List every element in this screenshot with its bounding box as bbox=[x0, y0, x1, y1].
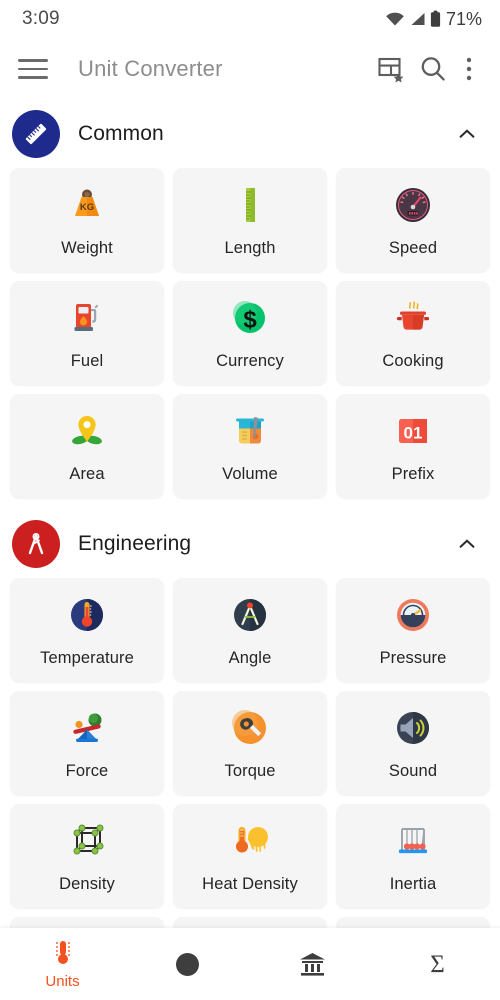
grid-engineering: Temperature Angle Pressure Force Torque … bbox=[0, 578, 500, 908]
card-cooking[interactable]: Cooking bbox=[336, 281, 490, 385]
page-title: Unit Converter bbox=[78, 56, 223, 81]
svg-text:01: 01 bbox=[404, 424, 423, 443]
card-label: Length bbox=[224, 239, 276, 257]
card-fuel[interactable]: Fuel bbox=[10, 281, 164, 385]
status-clock: 3:09 bbox=[22, 8, 60, 29]
search-icon[interactable] bbox=[412, 48, 454, 90]
card-label: Currency bbox=[216, 352, 284, 370]
app-bar: Unit Converter bbox=[0, 38, 500, 100]
card-sound[interactable]: Sound bbox=[336, 691, 490, 795]
speedometer-icon bbox=[391, 182, 435, 228]
ruler-green-icon bbox=[228, 182, 272, 228]
card-heat-density[interactable]: Heat Density bbox=[173, 804, 327, 908]
beaker-icon bbox=[228, 408, 272, 454]
heat-blob-icon bbox=[228, 818, 272, 864]
cube-lattice-icon bbox=[65, 818, 109, 864]
scroll-content[interactable]: Common KG Weight Length Speed Fuel $ Cur… bbox=[0, 100, 500, 928]
grid-common: KG Weight Length Speed Fuel $ Currency C… bbox=[0, 168, 500, 498]
card-temperature[interactable]: Temperature bbox=[10, 578, 164, 682]
balance-seesaw-icon bbox=[65, 705, 109, 751]
bottom-navigation: Units Σ bbox=[0, 928, 500, 1000]
card-label: Prefix bbox=[391, 465, 435, 483]
card-partial[interactable] bbox=[173, 917, 327, 928]
newtons-cradle-icon bbox=[391, 818, 435, 864]
card-prefix[interactable]: 01 Prefix bbox=[336, 394, 490, 498]
nav-item-bank[interactable] bbox=[250, 950, 375, 979]
sigma-icon: Σ bbox=[430, 951, 445, 978]
grid-next-row-partial bbox=[0, 917, 500, 928]
nav-item-sigma[interactable]: Σ bbox=[375, 950, 500, 979]
card-volume[interactable]: Volume bbox=[173, 394, 327, 498]
group-title-engineering: Engineering bbox=[78, 532, 192, 555]
card-partial[interactable] bbox=[336, 917, 490, 928]
compass-icon bbox=[176, 952, 199, 976]
card-pressure[interactable]: Pressure bbox=[336, 578, 490, 682]
card-label: Sound bbox=[388, 762, 438, 780]
card-label: Torque bbox=[224, 762, 276, 780]
compass-divider-icon bbox=[28, 533, 44, 555]
card-partial[interactable] bbox=[10, 917, 164, 928]
wrench-circle-icon bbox=[228, 705, 272, 751]
status-indicators: 71% bbox=[385, 9, 482, 30]
card-area[interactable]: Area bbox=[10, 394, 164, 498]
thermometer-units-icon bbox=[55, 941, 70, 964]
svg-text:KG: KG bbox=[80, 202, 94, 213]
group-header-engineering[interactable]: Engineering bbox=[0, 510, 500, 578]
wifi-icon bbox=[386, 12, 404, 26]
more-options-icon[interactable] bbox=[454, 48, 484, 90]
bank-icon bbox=[300, 952, 325, 976]
fuel-pump-icon bbox=[65, 295, 109, 341]
nav-label-units: Units bbox=[45, 973, 80, 990]
card-length[interactable]: Length bbox=[173, 168, 327, 272]
card-force[interactable]: Force bbox=[10, 691, 164, 795]
group-badge-engineering bbox=[12, 520, 60, 568]
thermometer-circle-icon bbox=[65, 592, 109, 638]
card-currency[interactable]: $ Currency bbox=[173, 281, 327, 385]
cooking-pot-icon bbox=[391, 295, 435, 341]
card-label: Heat Density bbox=[202, 875, 298, 893]
number-01-icon: 01 bbox=[391, 408, 435, 454]
card-label: Fuel bbox=[70, 352, 104, 370]
status-bar: 3:09 71% bbox=[0, 0, 500, 38]
card-label: Weight bbox=[61, 239, 113, 257]
card-label: Area bbox=[69, 465, 105, 483]
nav-item-compass[interactable] bbox=[125, 951, 250, 978]
weight-kg-icon: KG bbox=[65, 182, 109, 228]
card-weight[interactable]: KG Weight bbox=[10, 168, 164, 272]
group-title-common: Common bbox=[78, 122, 164, 145]
dollar-coin-icon: $ bbox=[228, 295, 272, 341]
nav-item-units[interactable]: Units bbox=[0, 938, 125, 990]
angle-compass-icon bbox=[228, 592, 272, 638]
chevron-up-icon-common[interactable] bbox=[456, 123, 478, 145]
group-badge-common bbox=[12, 110, 60, 158]
card-label: Density bbox=[59, 875, 115, 893]
speaker-icon bbox=[391, 705, 435, 751]
pressure-gauge-icon bbox=[391, 592, 435, 638]
card-speed[interactable]: Speed bbox=[336, 168, 490, 272]
card-label: Temperature bbox=[40, 649, 134, 667]
signal-icon bbox=[411, 13, 425, 25]
svg-text:$: $ bbox=[243, 307, 257, 334]
card-label: Speed bbox=[388, 239, 438, 257]
card-inertia[interactable]: Inertia bbox=[336, 804, 490, 908]
battery-percent: 71% bbox=[445, 8, 482, 29]
card-label: Force bbox=[65, 762, 109, 780]
app-screen: 3:09 71% Unit Converter Common KG Weight… bbox=[0, 0, 500, 1000]
card-label: Cooking bbox=[382, 352, 444, 370]
card-density[interactable]: Density bbox=[10, 804, 164, 908]
card-label: Inertia bbox=[389, 875, 437, 893]
card-label: Pressure bbox=[379, 649, 447, 667]
favorites-table-icon[interactable] bbox=[370, 48, 412, 90]
hamburger-menu-icon[interactable] bbox=[18, 52, 52, 86]
battery-icon bbox=[430, 10, 441, 27]
card-angle[interactable]: Angle bbox=[173, 578, 327, 682]
card-label: Volume bbox=[222, 465, 278, 483]
ruler-icon bbox=[25, 123, 47, 145]
card-torque[interactable]: Torque bbox=[173, 691, 327, 795]
group-header-common[interactable]: Common bbox=[0, 100, 500, 168]
chevron-up-icon-engineering[interactable] bbox=[456, 533, 478, 555]
map-pin-icon bbox=[65, 408, 109, 454]
card-label: Angle bbox=[228, 649, 272, 667]
svg-text:Σ: Σ bbox=[430, 951, 445, 978]
